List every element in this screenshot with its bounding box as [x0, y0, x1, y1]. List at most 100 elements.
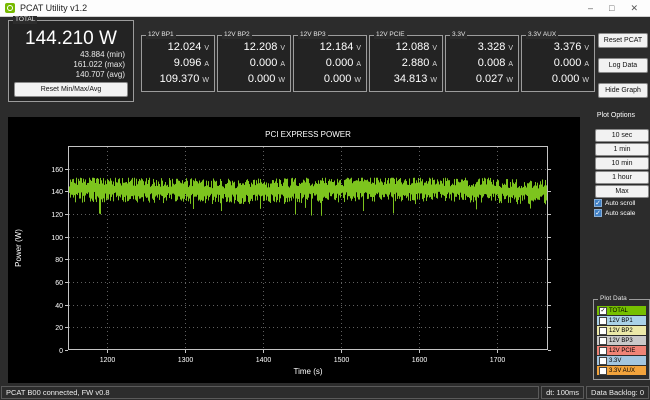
power-value: 109.370: [159, 73, 200, 85]
total-power-value: 144.210 W: [25, 28, 117, 49]
minimize-icon[interactable]: –: [588, 0, 593, 16]
plot-data-item-label: 12V BP3: [609, 337, 633, 344]
plot-data-item-3-3v-aux[interactable]: 3.3V AUX: [597, 366, 646, 375]
current-unit: A: [204, 61, 209, 68]
window-title: PCAT Utility v1.2: [20, 3, 88, 13]
rail-label: 12V BP1: [146, 31, 176, 39]
rail-label: 12V PCIE: [374, 31, 407, 39]
plot-data-item-12v-bp2[interactable]: 12V BP2: [597, 326, 646, 335]
rail-label: 3.3V: [450, 31, 468, 39]
current-value: 9.096: [173, 57, 202, 69]
auto-scale-label: Auto scale: [605, 209, 636, 217]
power-unit: W: [278, 77, 285, 84]
reset-min-max-avg-button[interactable]: Reset Min/Max/Avg: [14, 82, 128, 97]
rail-label: 12V BP3: [298, 31, 328, 39]
range-10sec-button[interactable]: 10 sec: [595, 129, 649, 142]
rail-panel-12v-bp2: 12V BP2 12.208 V 0.000 A 0.000 W: [217, 31, 291, 92]
rail-label: 12V BP2: [222, 31, 252, 39]
title-bar: PCAT Utility v1.2 – □ ✕: [0, 0, 650, 17]
total-panel-label: TOTAL: [13, 16, 38, 24]
voltage-value: 12.208: [243, 41, 278, 53]
checkbox-unchecked-icon[interactable]: [599, 336, 607, 345]
plot-options-label: Plot Options: [596, 112, 636, 119]
power-value: 0.000: [551, 73, 580, 85]
current-unit: A: [584, 61, 589, 68]
voltage-unit: V: [584, 45, 589, 52]
auto-scale-checkbox[interactable]: ✓ Auto scale: [594, 209, 635, 217]
data-backlog-status: Data Backlog: 0: [586, 385, 649, 399]
plot-data-item-12v-bp1[interactable]: 12V BP1: [597, 316, 646, 325]
connection-status: PCAT B00 connected, FW v0.8: [1, 385, 540, 399]
log-data-button[interactable]: Log Data: [598, 58, 648, 73]
power-unit: W: [430, 77, 437, 84]
current-value: 2.880: [401, 57, 430, 69]
rail-panel-3v3: 3.3V 3.328 V 0.008 A 0.027 W: [445, 31, 519, 92]
checkbox-unchecked-icon[interactable]: [599, 346, 607, 355]
checkbox-unchecked-icon[interactable]: [599, 326, 607, 335]
app-icon: [5, 3, 15, 13]
rail-panel-12v-pcie: 12V PCIE 12.088 V 2.880 A 34.813 W: [369, 31, 443, 92]
current-unit: A: [432, 61, 437, 68]
voltage-value: 3.376: [553, 41, 582, 53]
total-avg-value: 140.707 (avg): [75, 70, 125, 79]
plot-data-panel: Plot Data ✓ TOTAL 12V BP1 12V BP2 12V BP3 12V…: [593, 295, 650, 380]
current-value: 0.000: [325, 57, 354, 69]
plot-data-item-12v-bp3[interactable]: 12V BP3: [597, 336, 646, 345]
total-max-value: 161.022 (max): [73, 60, 125, 69]
checkbox-unchecked-icon[interactable]: [599, 366, 607, 375]
power-chart-canvas: [8, 117, 580, 383]
dt-status: dt: 100ms: [541, 385, 585, 399]
close-icon[interactable]: ✕: [630, 0, 638, 16]
voltage-unit: V: [204, 45, 209, 52]
maximize-icon[interactable]: □: [609, 0, 614, 16]
current-unit: A: [280, 61, 285, 68]
reset-pcat-button[interactable]: Reset PCAT: [598, 33, 648, 48]
power-value: 34.813: [393, 73, 428, 85]
voltage-value: 12.088: [395, 41, 430, 53]
rail-panel-12v-bp1: 12V BP1 12.024 V 9.096 A 109.370 W: [141, 31, 215, 92]
current-unit: A: [508, 61, 513, 68]
pcat-utility-window: PCAT Utility v1.2 – □ ✕ TOTAL 144.210 W …: [0, 0, 650, 400]
checkbox-unchecked-icon[interactable]: [599, 316, 607, 325]
rail-label: 3.3V AUX: [526, 31, 559, 39]
voltage-value: 3.328: [477, 41, 506, 53]
checkbox-checked-icon: ✓: [594, 199, 602, 207]
plot-data-item-12v-pcie[interactable]: 12V PCIE: [597, 346, 646, 355]
power-value: 0.000: [247, 73, 276, 85]
power-unit: W: [202, 77, 209, 84]
status-bar: PCAT B00 connected, FW v0.8 dt: 100ms Da…: [0, 384, 650, 400]
plot-data-label: Plot Data: [598, 295, 629, 303]
auto-scroll-checkbox[interactable]: ✓ Auto scroll: [594, 199, 635, 207]
range-max-button[interactable]: Max: [595, 185, 649, 198]
plot-data-item-label: 12V PCIE: [609, 347, 636, 354]
current-value: 0.000: [553, 57, 582, 69]
checkbox-checked-icon[interactable]: ✓: [599, 306, 607, 315]
power-value: 0.000: [323, 73, 352, 85]
range-1min-button[interactable]: 1 min: [595, 143, 649, 156]
plot-data-item-total[interactable]: ✓ TOTAL: [597, 306, 646, 315]
plot-data-item-label: 3.3V AUX: [609, 367, 636, 374]
rail-panel-3v3-aux: 3.3V AUX 3.376 V 0.000 A 0.000 W: [521, 31, 595, 92]
voltage-value: 12.024: [167, 41, 202, 53]
current-value: 0.000: [249, 57, 278, 69]
current-unit: A: [356, 61, 361, 68]
plot-data-item-label: TOTAL: [609, 307, 628, 314]
current-value: 0.008: [477, 57, 506, 69]
plot-data-item-label: 12V BP1: [609, 317, 633, 324]
voltage-unit: V: [432, 45, 437, 52]
graph-panel: [8, 117, 580, 383]
total-panel: TOTAL 144.210 W 43.884 (min) 161.022 (ma…: [8, 16, 134, 102]
plot-data-item-label: 12V BP2: [609, 327, 633, 334]
range-1hour-button[interactable]: 1 hour: [595, 171, 649, 184]
checkbox-unchecked-icon[interactable]: [599, 356, 607, 365]
rail-panel-12v-bp3: 12V BP3 12.184 V 0.000 A 0.000 W: [293, 31, 367, 92]
voltage-value: 12.184: [319, 41, 354, 53]
hide-graph-button[interactable]: Hide Graph: [598, 83, 648, 98]
range-10min-button[interactable]: 10 min: [595, 157, 649, 170]
auto-scroll-label: Auto scroll: [605, 199, 636, 207]
voltage-unit: V: [508, 45, 513, 52]
plot-data-item-3-3v[interactable]: 3.3V: [597, 356, 646, 365]
checkbox-checked-icon: ✓: [594, 209, 602, 217]
power-unit: W: [506, 77, 513, 84]
power-unit: W: [582, 77, 589, 84]
